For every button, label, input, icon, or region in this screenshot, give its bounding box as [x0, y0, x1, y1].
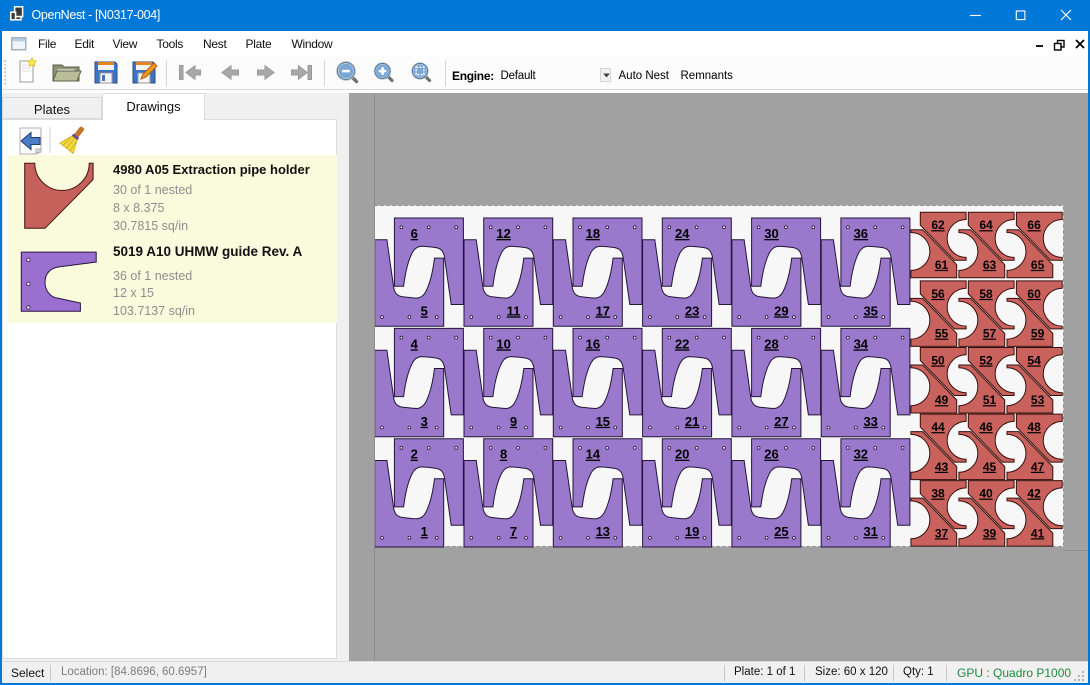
svg-text:22: 22 [675, 336, 689, 351]
svg-text:13: 13 [596, 524, 610, 539]
svg-text:41: 41 [1031, 526, 1045, 540]
svg-text:11: 11 [507, 303, 521, 318]
svg-text:3: 3 [421, 414, 428, 429]
svg-text:40: 40 [979, 487, 993, 501]
svg-text:2: 2 [411, 447, 418, 462]
svg-text:43: 43 [935, 460, 949, 474]
svg-text:27: 27 [774, 414, 788, 429]
svg-text:65: 65 [1031, 258, 1045, 272]
svg-text:18: 18 [586, 226, 600, 241]
svg-text:8: 8 [500, 447, 507, 462]
svg-text:29: 29 [774, 303, 788, 318]
svg-text:53: 53 [1031, 393, 1045, 407]
svg-text:26: 26 [764, 447, 778, 462]
svg-text:32: 32 [854, 447, 868, 462]
svg-text:39: 39 [983, 526, 997, 540]
svg-text:12: 12 [496, 226, 510, 241]
svg-text:35: 35 [863, 303, 877, 318]
svg-text:63: 63 [983, 258, 997, 272]
svg-text:17: 17 [596, 303, 610, 318]
svg-text:38: 38 [931, 487, 945, 501]
svg-text:16: 16 [586, 336, 600, 351]
svg-text:6: 6 [411, 226, 418, 241]
svg-text:33: 33 [863, 414, 877, 429]
svg-text:52: 52 [979, 354, 993, 368]
svg-text:59: 59 [1031, 327, 1045, 341]
svg-text:25: 25 [774, 524, 788, 539]
svg-text:24: 24 [675, 226, 690, 241]
svg-text:4: 4 [411, 336, 419, 351]
svg-text:21: 21 [685, 414, 699, 429]
svg-text:62: 62 [931, 218, 945, 232]
svg-text:50: 50 [931, 354, 945, 368]
svg-text:66: 66 [1027, 218, 1041, 232]
svg-text:30: 30 [764, 226, 778, 241]
svg-text:7: 7 [510, 524, 517, 539]
svg-text:44: 44 [931, 420, 945, 434]
svg-text:36: 36 [854, 226, 868, 241]
svg-text:37: 37 [935, 526, 949, 540]
svg-text:15: 15 [596, 414, 610, 429]
svg-text:34: 34 [854, 336, 869, 351]
svg-text:31: 31 [863, 524, 877, 539]
svg-text:28: 28 [764, 336, 778, 351]
svg-text:54: 54 [1027, 354, 1041, 368]
svg-text:23: 23 [685, 303, 699, 318]
svg-text:14: 14 [586, 447, 601, 462]
svg-text:51: 51 [983, 393, 997, 407]
svg-text:57: 57 [983, 327, 997, 341]
svg-text:58: 58 [979, 287, 993, 301]
svg-text:61: 61 [935, 258, 949, 272]
svg-text:49: 49 [935, 393, 949, 407]
svg-text:64: 64 [979, 218, 993, 232]
svg-text:19: 19 [685, 524, 699, 539]
svg-text:46: 46 [979, 420, 993, 434]
svg-text:5: 5 [421, 303, 428, 318]
svg-text:48: 48 [1027, 420, 1041, 434]
svg-text:1: 1 [421, 524, 428, 539]
svg-text:47: 47 [1031, 460, 1045, 474]
svg-text:42: 42 [1027, 487, 1041, 501]
svg-text:55: 55 [935, 327, 949, 341]
svg-text:9: 9 [510, 414, 517, 429]
svg-text:10: 10 [496, 336, 510, 351]
svg-text:56: 56 [931, 287, 945, 301]
svg-text:20: 20 [675, 447, 689, 462]
svg-text:60: 60 [1027, 287, 1041, 301]
svg-text:45: 45 [983, 460, 997, 474]
